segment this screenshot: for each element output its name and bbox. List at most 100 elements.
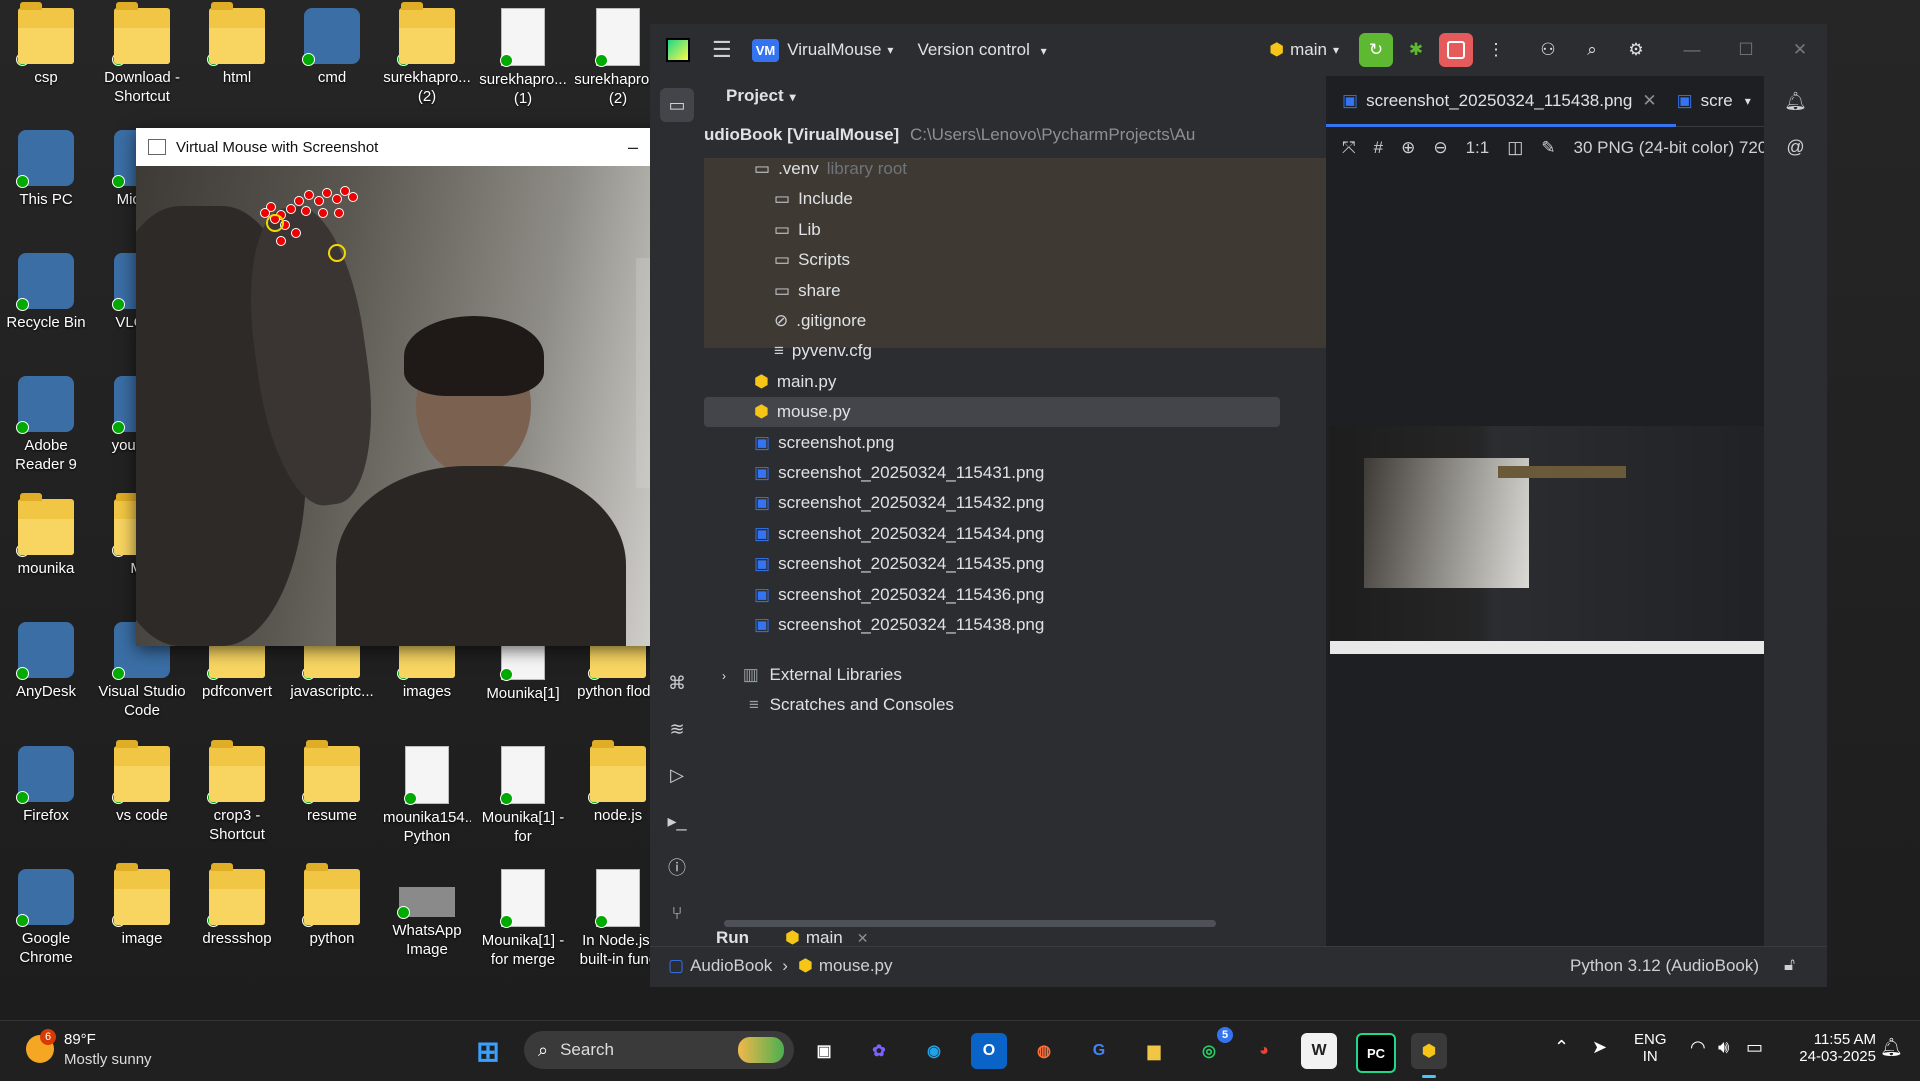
desktop-icon[interactable]: html: [193, 2, 281, 87]
chrome-icon[interactable]: ◕: [1246, 1033, 1282, 1069]
terminal-icon[interactable]: ▸_: [660, 804, 694, 838]
tree-item[interactable]: ≡ pyvenv.cfg: [774, 336, 872, 366]
google-icon[interactable]: G: [1081, 1033, 1117, 1069]
project-selector[interactable]: VM VirualMouse ▾: [751, 38, 893, 62]
scratches-and-consoles[interactable]: ≡ Scratches and Consoles: [749, 690, 954, 720]
stop-button[interactable]: [1439, 33, 1473, 67]
git-icon[interactable]: ⑂: [660, 896, 694, 930]
window-minimize-button[interactable]: —: [1675, 33, 1709, 67]
version-control-menu[interactable]: Version control ▾: [917, 40, 1046, 60]
python-packages-icon[interactable]: ≋: [660, 712, 694, 746]
desktop-icon[interactable]: In Node.js, built-in func: [574, 869, 662, 969]
settings-icon[interactable]: ⚙: [1619, 33, 1653, 67]
desktop-icon[interactable]: cmd: [288, 8, 376, 87]
tree-item[interactable]: ▭ .venv library root: [754, 154, 907, 184]
lock-icon[interactable]: 🔓︎: [1784, 955, 1795, 975]
desktop-icon[interactable]: Mounika[1] - for merge: [479, 869, 567, 969]
location-icon[interactable]: ➤: [1592, 1037, 1607, 1058]
breadcrumb-file[interactable]: mouse.py: [819, 956, 893, 976]
tree-item[interactable]: ⊘ .gitignore: [774, 306, 866, 336]
desktop-icon[interactable]: mounika: [2, 493, 90, 578]
ai-assistant-icon[interactable]: @: [1779, 130, 1813, 164]
run-tab[interactable]: Run: [716, 928, 749, 948]
word-icon[interactable]: W: [1301, 1033, 1337, 1069]
chevron-up-icon[interactable]: ⌃: [1554, 1037, 1569, 1058]
desktop-icon[interactable]: This PC: [2, 130, 90, 209]
close-icon[interactable]: ✕: [1642, 91, 1656, 111]
desktop-icon[interactable]: csp: [2, 2, 90, 87]
tree-item[interactable]: ▣ screenshot_20250324_115436.png: [754, 580, 1044, 610]
desktop-icon[interactable]: mounika154... Python: [383, 746, 471, 846]
desktop-icon[interactable]: python: [288, 863, 376, 948]
copilot-icon[interactable]: ✿: [861, 1033, 897, 1069]
tab-list-chevron-icon[interactable]: ▾: [1745, 94, 1751, 108]
tree-item[interactable]: ▭ share: [774, 276, 841, 306]
notifications-icon[interactable]: 🔔︎: [1779, 84, 1813, 118]
run-config-label[interactable]: main: [806, 928, 843, 948]
add-user-icon[interactable]: ⚇: [1531, 33, 1565, 67]
window-maximize-button[interactable]: ☐: [1729, 33, 1763, 67]
desktop-icon[interactable]: surekhapro... (2): [574, 8, 662, 108]
desktop-icon[interactable]: node.js: [574, 740, 662, 825]
breadcrumb-project[interactable]: AudioBook: [690, 956, 772, 976]
tree-item[interactable]: ⬢ main.py: [754, 367, 836, 397]
rerun-button[interactable]: ↻: [1359, 33, 1393, 67]
zoom-out-icon[interactable]: ⊖: [1433, 138, 1447, 158]
file-explorer-icon[interactable]: ▆: [1136, 1033, 1172, 1069]
desktop-icon[interactable]: image: [98, 863, 186, 948]
eyedropper-icon[interactable]: ✎: [1541, 138, 1555, 158]
outlook-icon[interactable]: O: [971, 1033, 1007, 1069]
tree-item[interactable]: ▭ Lib: [774, 215, 821, 245]
tree-item[interactable]: ▭ Include: [774, 184, 853, 214]
tree-item[interactable]: ▣ screenshot_20250324_115435.png: [754, 549, 1044, 579]
image-tab-2[interactable]: ▣ scre: [1677, 91, 1733, 111]
desktop-icon[interactable]: Recycle Bin: [2, 253, 90, 332]
external-libraries[interactable]: › ▥ External Libraries: [722, 660, 902, 690]
desktop-icon[interactable]: crop3 - Shortcut: [193, 740, 281, 844]
interpreter-selector[interactable]: Python 3.12 (AudioBook): [1570, 956, 1759, 976]
desktop-icon[interactable]: WhatsApp Image 2025...: [383, 869, 471, 961]
image-tab-active[interactable]: ▣ screenshot_20250324_115438.png ✕: [1342, 91, 1657, 111]
search-box[interactable]: ⌕ Search: [524, 1031, 794, 1069]
horizontal-scrollbar[interactable]: [724, 920, 1216, 927]
desktop-icon[interactable]: Mounika[1] - for merge.d...: [479, 746, 567, 848]
whatsapp-icon[interactable]: ◎ 5: [1191, 1027, 1233, 1069]
clock[interactable]: 11:55 AM 24-03-2025: [1786, 1031, 1876, 1065]
main-menu-icon[interactable]: ☰: [712, 37, 732, 63]
desktop-icon[interactable]: surekhapro... (2): [383, 2, 471, 106]
edge-icon[interactable]: ◉: [916, 1033, 952, 1069]
window-close-button[interactable]: ✕: [1783, 33, 1817, 67]
fit-icon[interactable]: ⤧: [1342, 138, 1356, 158]
more-icon[interactable]: ⋮: [1479, 33, 1513, 67]
search-icon[interactable]: ⌕: [1575, 33, 1609, 67]
task-view-icon[interactable]: ▣: [806, 1033, 842, 1069]
tree-item[interactable]: ▣ screenshot_20250324_115434.png: [754, 519, 1044, 549]
wifi-icon[interactable]: ◠: [1690, 1037, 1706, 1058]
tree-item[interactable]: ▣ screenshot_20250324_115432.png: [754, 488, 1044, 518]
actual-size-button[interactable]: 1:1: [1466, 138, 1490, 158]
desktop-icon[interactable]: Google Chrome: [2, 869, 90, 967]
tree-item[interactable]: ▣ screenshot_20250324_115438.png: [754, 610, 1044, 640]
notification-bell-icon[interactable]: 🔔︎: [1880, 1037, 1903, 1058]
grid-icon[interactable]: #: [1374, 138, 1383, 158]
language-indicator[interactable]: ENG IN: [1634, 1031, 1667, 1065]
desktop-icon[interactable]: AnyDesk: [2, 622, 90, 701]
tree-item[interactable]: ▭ Scripts: [774, 245, 850, 275]
desktop-icon[interactable]: Firefox: [2, 746, 90, 825]
desktop-icon[interactable]: vs code: [98, 740, 186, 825]
desktop-icon[interactable]: surekhapro... (1): [479, 8, 567, 108]
services-icon[interactable]: ▷: [660, 758, 694, 792]
battery-icon[interactable]: ▭: [1746, 1037, 1763, 1058]
volume-icon[interactable]: 🔊︎: [1718, 1037, 1729, 1058]
tree-item[interactable]: ▣ screenshot.png: [754, 428, 894, 458]
desktop-icon[interactable]: resume: [288, 740, 376, 825]
pycharm-icon[interactable]: PC: [1356, 1033, 1396, 1073]
project-tab[interactable]: Project ▾: [726, 86, 796, 106]
problems-icon[interactable]: ⓘ: [660, 850, 694, 884]
debug-button[interactable]: ✱: [1399, 33, 1433, 67]
python-app-icon[interactable]: ⬢: [1411, 1033, 1447, 1069]
project-root[interactable]: udioBook [VirualMouse] C:\Users\Lenovo\P…: [704, 120, 1195, 150]
desktop-icon[interactable]: Download - Shortcut: [98, 2, 186, 106]
desktop-icon[interactable]: Adobe Reader 9: [2, 376, 90, 474]
start-button[interactable]: ⊞: [470, 1033, 506, 1069]
